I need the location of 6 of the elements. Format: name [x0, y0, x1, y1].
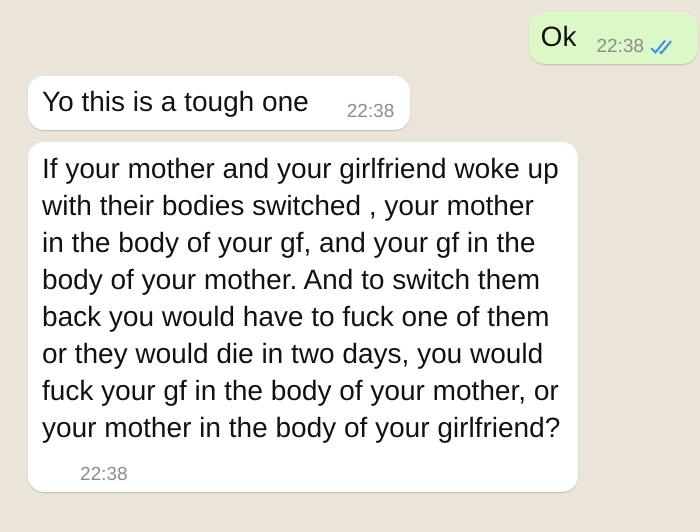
message-time: 22:38: [346, 101, 394, 123]
message-text: If your mother and your girlfriend woke up with their bodies switched , your mother in the body of your gf, and your gf in the body of your mother. And to switch them back you would have to fuck one of them or they would die in two days, you would fuck your gf in the body of your mother, or your mother in the body of your girlfriend?: [42, 153, 560, 443]
message-text: Ok: [540, 21, 576, 52]
message-text: Yo this is a tough one: [42, 86, 309, 117]
message-time: 22:38: [80, 464, 128, 486]
message-time: 22:38: [596, 36, 644, 58]
